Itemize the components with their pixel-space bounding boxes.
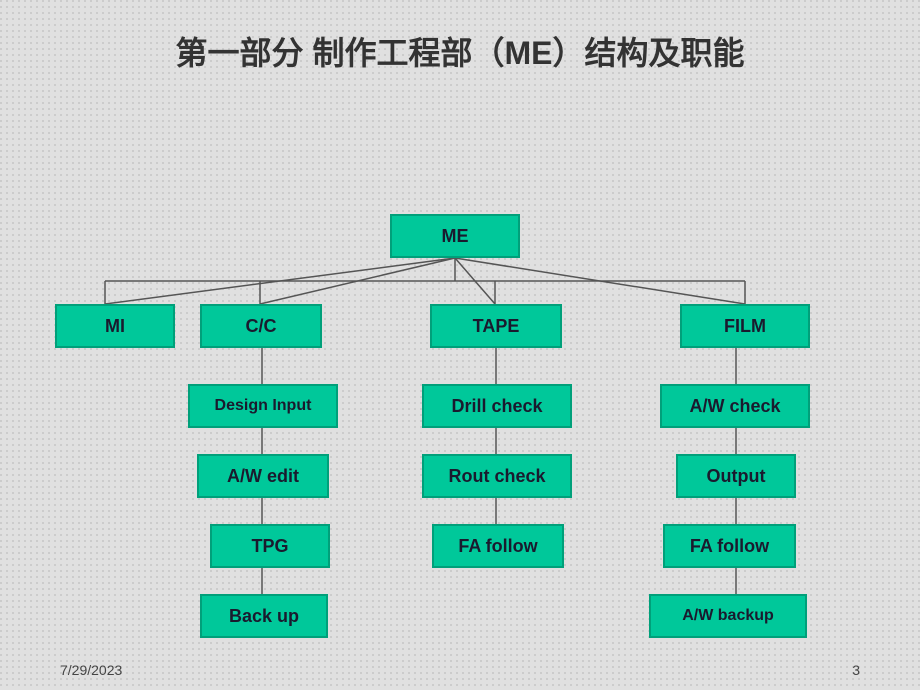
- org-chart: ME MI C/C TAPE FILM Design Input A/W edi…: [0, 84, 920, 654]
- node-tape: TAPE: [430, 304, 562, 348]
- node-fa-follow-2: FA follow: [663, 524, 796, 568]
- node-aw-backup: A/W backup: [649, 594, 807, 638]
- node-backup: Back up: [200, 594, 328, 638]
- footer-date: 7/29/2023: [60, 662, 122, 678]
- connector-lines: [0, 84, 920, 654]
- node-cc: C/C: [200, 304, 322, 348]
- node-rout-check: Rout check: [422, 454, 572, 498]
- node-output: Output: [676, 454, 796, 498]
- slide: 第一部分 制作工程部（ME）结构及职能: [0, 0, 920, 690]
- node-mi: MI: [55, 304, 175, 348]
- node-fa-follow-1: FA follow: [432, 524, 564, 568]
- node-tpg: TPG: [210, 524, 330, 568]
- node-design-input: Design Input: [188, 384, 338, 428]
- node-aw-edit: A/W edit: [197, 454, 329, 498]
- node-drill-check: Drill check: [422, 384, 572, 428]
- slide-title: 第一部分 制作工程部（ME）结构及职能: [0, 0, 920, 84]
- footer-page: 3: [852, 662, 860, 678]
- node-me: ME: [390, 214, 520, 258]
- node-film: FILM: [680, 304, 810, 348]
- node-aw-check: A/W check: [660, 384, 810, 428]
